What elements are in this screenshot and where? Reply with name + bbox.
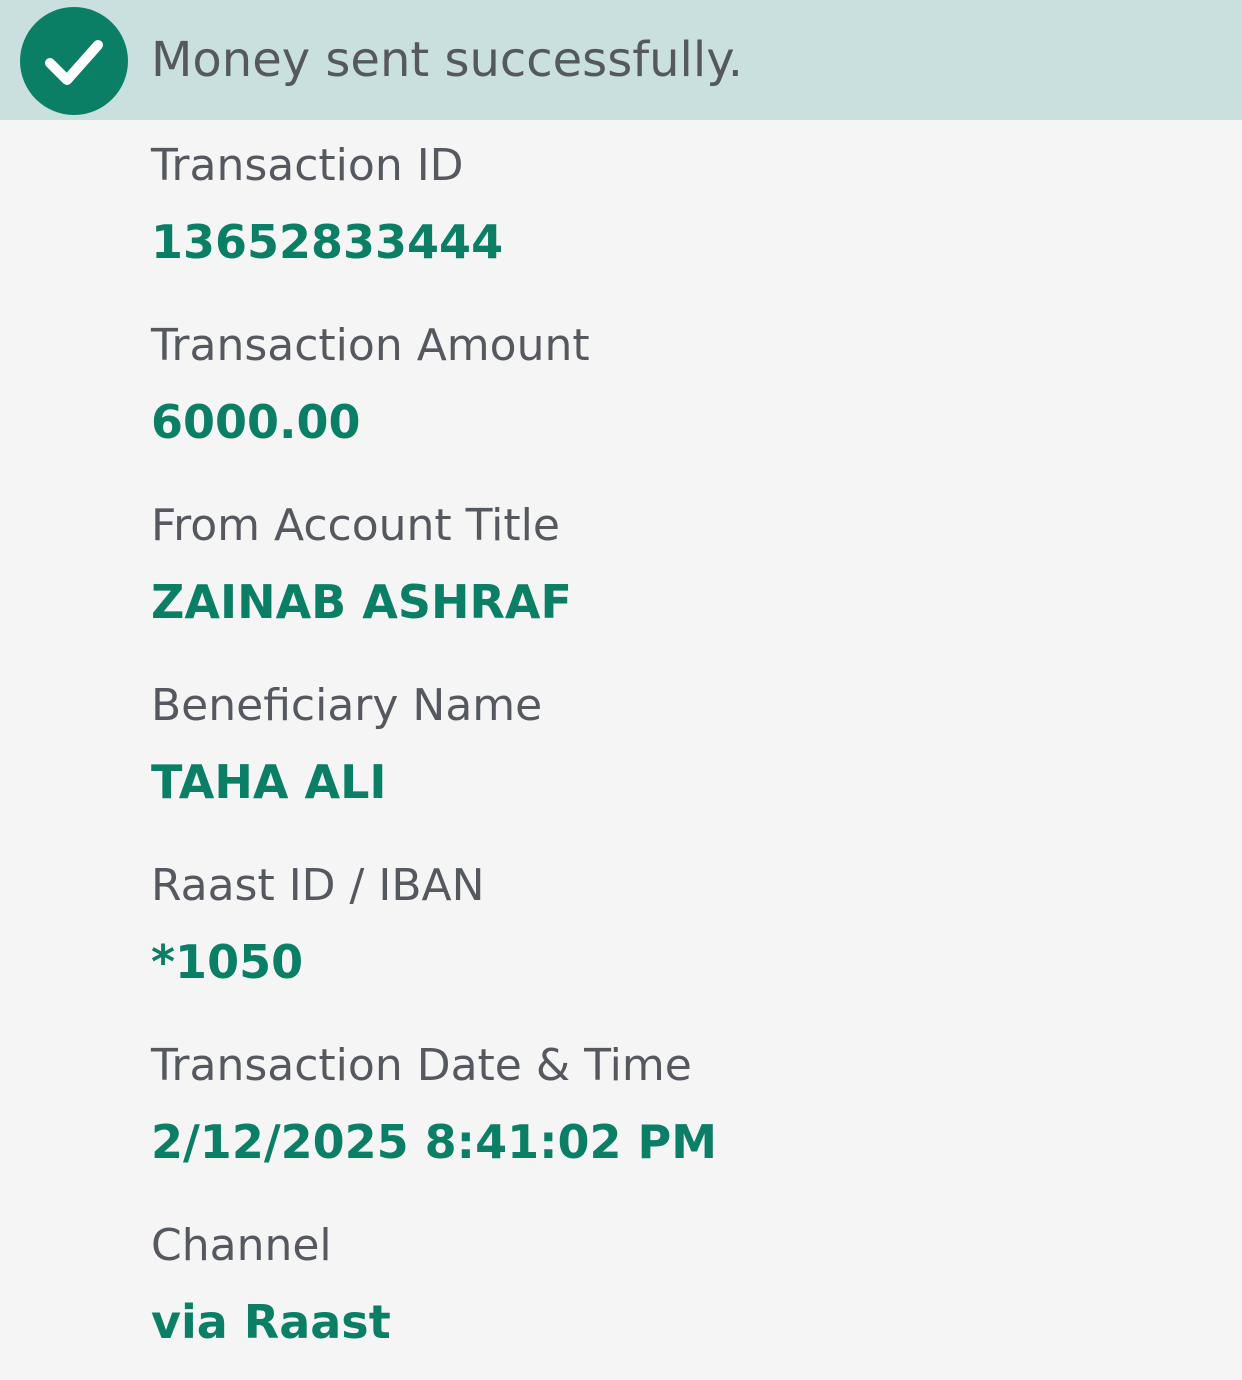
success-message: Money sent successfully.: [151, 32, 744, 88]
detail-transaction-amount: Transaction Amount 6000.00: [151, 300, 1242, 480]
detail-value: ZAINAB ASHRAF: [151, 575, 572, 629]
detail-raast-id-iban: Raast ID / IBAN *1050: [151, 840, 1242, 1020]
detail-transaction-date-time: Transaction Date & Time 2/12/2025 8:41:0…: [151, 1020, 1242, 1200]
detail-label: Beneficiary Name: [151, 680, 543, 731]
detail-value: *1050: [151, 935, 304, 989]
detail-value: 2/12/2025 8:41:02 PM: [151, 1115, 717, 1169]
detail-from-account-title: From Account Title ZAINAB ASHRAF: [151, 480, 1242, 660]
detail-label: From Account Title: [151, 500, 560, 551]
detail-label: Transaction Amount: [151, 320, 590, 371]
detail-value: 13652833444: [151, 215, 504, 269]
detail-value: 6000.00: [151, 395, 361, 449]
detail-value: via Raast: [151, 1295, 391, 1349]
detail-value: TAHA ALI: [151, 755, 387, 809]
success-banner: Money sent successfully.: [0, 0, 1242, 120]
detail-label: Channel: [151, 1220, 332, 1271]
detail-transaction-id: Transaction ID 13652833444: [151, 120, 1242, 300]
detail-channel: Channel via Raast: [151, 1200, 1242, 1380]
check-icon: [20, 7, 128, 115]
transaction-details: Transaction ID 13652833444 Transaction A…: [0, 120, 1242, 1380]
detail-label: Transaction ID: [151, 140, 464, 191]
detail-label: Raast ID / IBAN: [151, 860, 485, 911]
detail-beneficiary-name: Beneficiary Name TAHA ALI: [151, 660, 1242, 840]
detail-label: Transaction Date & Time: [151, 1040, 692, 1091]
